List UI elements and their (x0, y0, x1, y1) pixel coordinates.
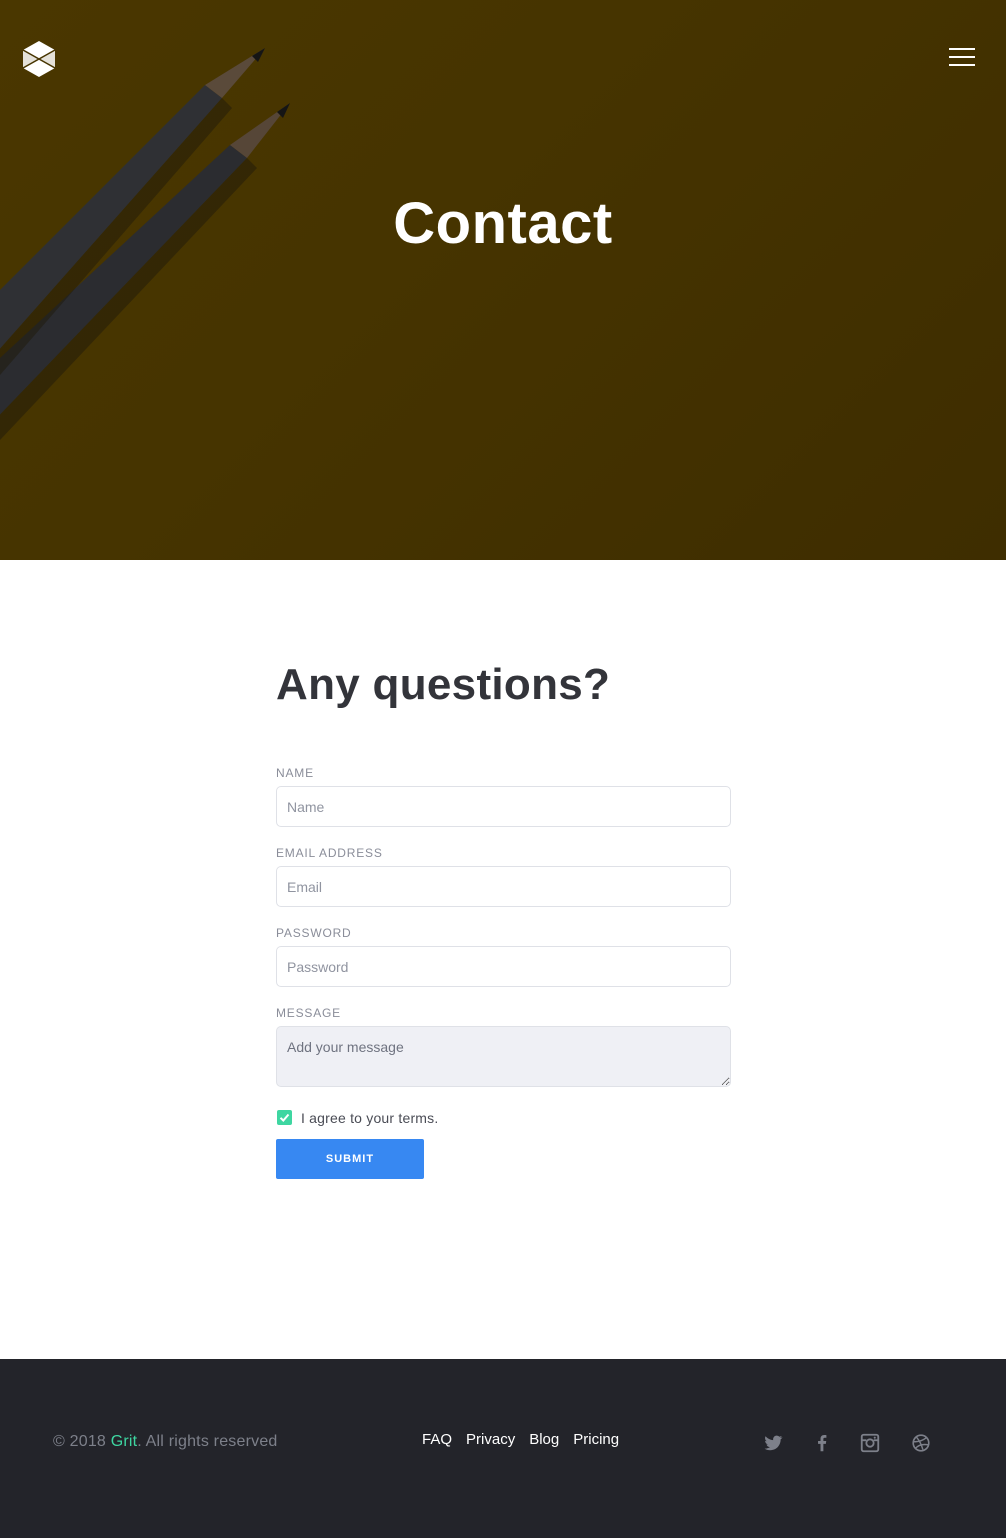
dribbble-icon[interactable] (910, 1432, 932, 1454)
copyright-prefix: © 2018 (53, 1433, 111, 1450)
message-label: Message (276, 1006, 341, 1020)
brand-link[interactable]: Grit (111, 1433, 138, 1450)
name-input[interactable] (276, 786, 731, 827)
copyright-text: © 2018 Grit. All rights reserved (53, 1433, 278, 1451)
checkmark-icon (279, 1113, 290, 1122)
footer-link-pricing[interactable]: Pricing (573, 1431, 619, 1448)
facebook-icon[interactable] (811, 1432, 833, 1454)
email-label: Email address (276, 846, 383, 860)
footer-link-faq[interactable]: FAQ (422, 1431, 452, 1448)
pencils-hero-image (0, 48, 290, 440)
terms-checkbox[interactable] (277, 1110, 292, 1125)
copyright-suffix: . All rights reserved (137, 1433, 278, 1450)
email-input[interactable] (276, 866, 731, 907)
page-title: Contact (393, 191, 613, 256)
name-label: Name (276, 766, 314, 780)
brand-logo-icon[interactable] (22, 41, 56, 77)
password-label: Password (276, 926, 352, 940)
submit-button[interactable]: Submit (276, 1139, 424, 1179)
password-input[interactable] (276, 946, 731, 987)
hero-section: Contact (0, 0, 1006, 560)
form-heading: Any questions? (276, 660, 611, 709)
footer: © 2018 Grit. All rights reserved FAQ Pri… (0, 1359, 1006, 1538)
hamburger-menu-icon[interactable] (947, 45, 977, 69)
terms-label: I agree to your terms. (301, 1110, 439, 1126)
footer-link-blog[interactable]: Blog (529, 1431, 559, 1448)
instagram-icon[interactable] (859, 1432, 881, 1454)
contact-form-header: Any questions? (276, 655, 731, 715)
footer-link-privacy[interactable]: Privacy (466, 1431, 515, 1448)
twitter-icon[interactable] (762, 1432, 784, 1454)
message-textarea[interactable] (276, 1026, 731, 1087)
footer-nav: FAQ Privacy Blog Pricing (422, 1431, 619, 1448)
